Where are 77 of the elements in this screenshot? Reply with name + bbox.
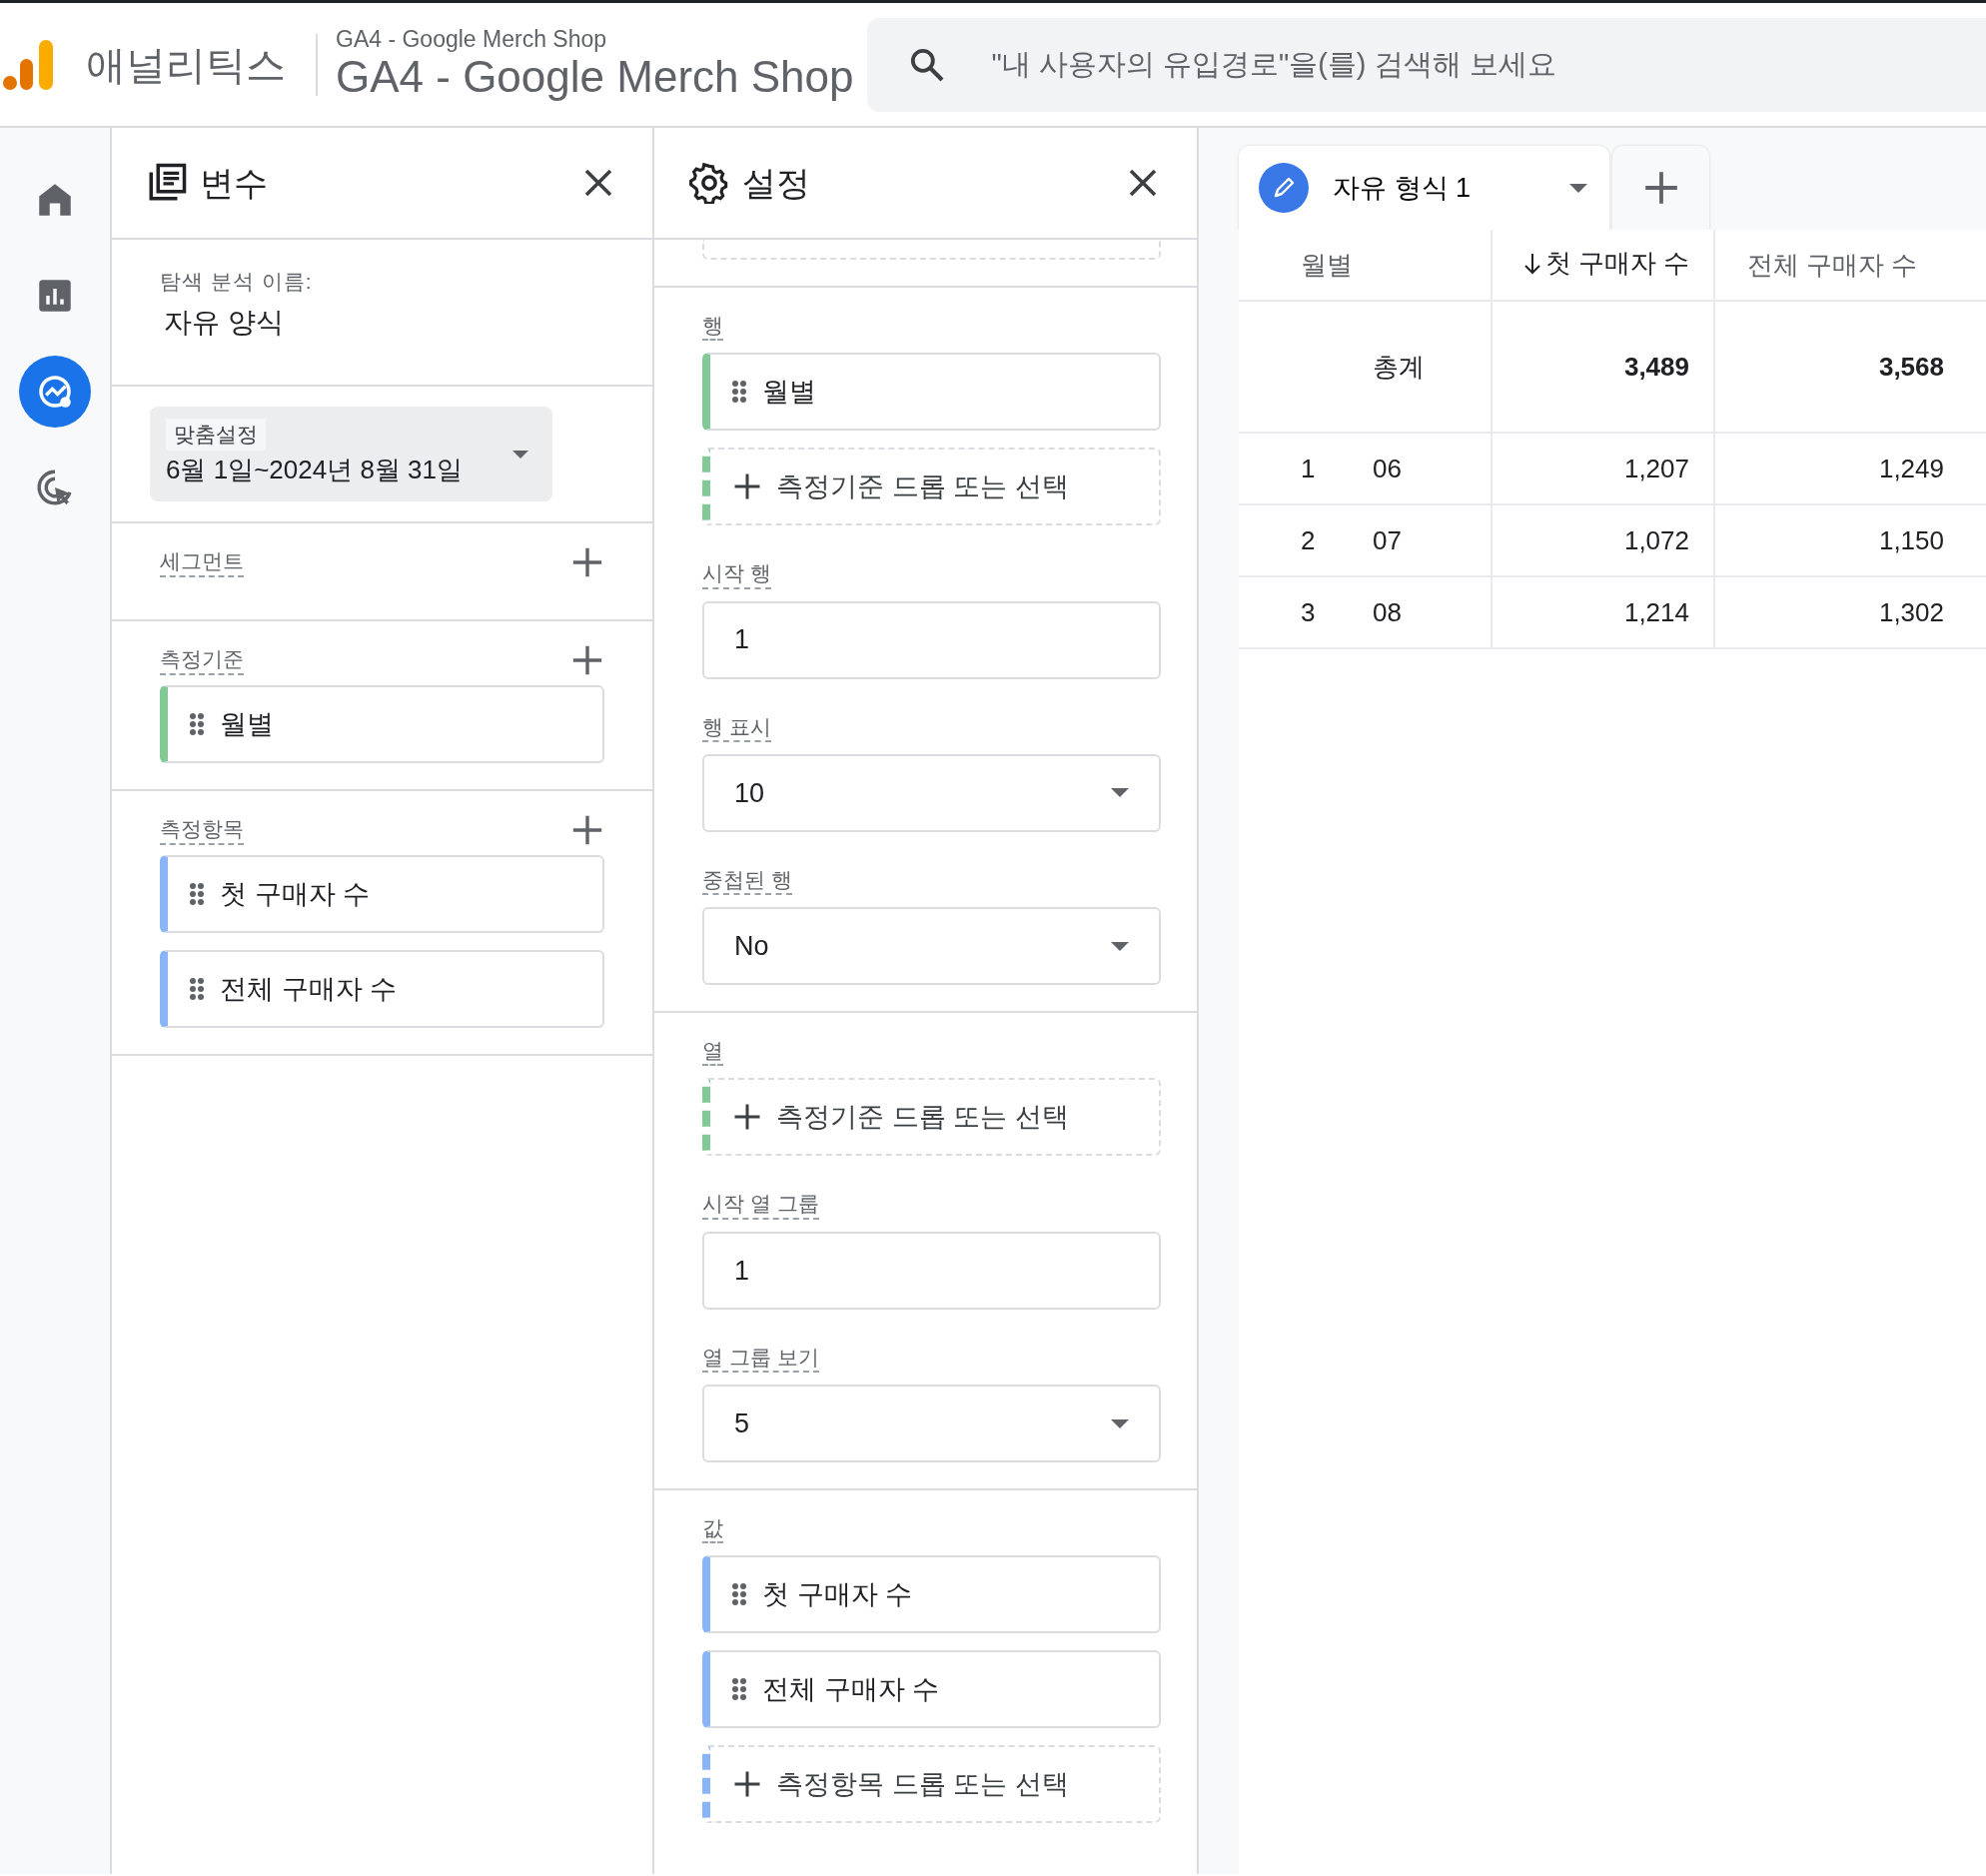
add-tab-button[interactable]: [1612, 146, 1709, 230]
field-chip[interactable]: 전체 구매자 수: [160, 950, 604, 1028]
number-input[interactable]: 1: [702, 1231, 1161, 1310]
total-label: 총계: [1373, 351, 1425, 382]
gear-icon: [688, 162, 730, 204]
row-number: 1: [1301, 452, 1317, 485]
dropdown-select[interactable]: No: [702, 907, 1161, 986]
table-cell: 08: [1373, 596, 1402, 627]
exploration-name[interactable]: 자유 양식: [164, 301, 604, 344]
table-cell: 1,249: [1878, 453, 1944, 483]
pencil-icon: [1259, 163, 1309, 213]
date-range-picker[interactable]: 맞춤설정 6월 1일~2024년 8월 31일: [150, 407, 552, 501]
field-chip[interactable]: 첫 구매자 수: [702, 1555, 1161, 1634]
dropdown-select[interactable]: 10: [702, 753, 1161, 832]
field-chip[interactable]: 월별: [702, 353, 1161, 432]
search-field[interactable]: "내 사용자의 유입경로"을(를) 검색해 보세요: [867, 17, 1986, 112]
field-label: 값: [702, 1514, 723, 1544]
table-cell: 07: [1373, 524, 1402, 555]
down-arrow-icon: [1522, 252, 1541, 275]
report-tab[interactable]: 자유 형식 1: [1239, 146, 1609, 230]
drag-handle-icon: [190, 978, 204, 1000]
drop-zone[interactable]: 측정기준 드롭 또는 선택: [702, 448, 1161, 526]
table-cell: 1,207: [1623, 453, 1689, 483]
dropdown-caret-icon: [512, 450, 528, 459]
field-label: 시작 행: [702, 559, 771, 589]
field-label: 행 표시: [702, 712, 771, 742]
number-input[interactable]: 1: [702, 600, 1161, 679]
row-number: 2: [1301, 523, 1317, 557]
account-name[interactable]: GA4 - Google Merch Shop: [336, 26, 854, 52]
table-cell: 1,072: [1623, 524, 1689, 555]
field-label: 중첩된 행: [702, 865, 792, 896]
property-name[interactable]: GA4 - Google Merch Shop: [336, 51, 854, 103]
table-cell: 1,302: [1878, 596, 1944, 627]
drag-handle-icon: [732, 381, 746, 404]
product-name: 애널리틱스: [86, 41, 286, 89]
drag-handle-icon: [732, 1583, 746, 1606]
dropdown-select[interactable]: 5: [702, 1385, 1161, 1463]
field-label: 탐색 분석 이름:: [160, 269, 314, 295]
panel-title: 변수: [200, 162, 269, 204]
dropdown-caret-icon: [1111, 1418, 1129, 1428]
field-chip[interactable]: 월별: [160, 685, 604, 763]
column-header[interactable]: 첫 구매자 수: [1522, 244, 1689, 284]
plus-icon: [570, 813, 604, 847]
table-cell: 1,214: [1623, 596, 1689, 627]
field-label: 열 그룹 보기: [702, 1343, 819, 1374]
plus-icon: [570, 643, 604, 677]
drop-zone[interactable]: 측정항목 드롭 또는 선택: [702, 1745, 1161, 1824]
field-label: 열: [702, 1037, 723, 1067]
dropdown-caret-icon: [1111, 788, 1129, 798]
field-label: 시작 열 그룹: [702, 1190, 819, 1220]
add-button[interactable]: [570, 545, 604, 579]
plus-icon: [732, 471, 762, 502]
plus-icon: [732, 1769, 762, 1800]
plus-icon: [732, 1102, 762, 1133]
drop-zone[interactable]: 측정기준 드롭 또는 선택: [702, 1078, 1161, 1157]
dropdown-caret-icon: [1111, 941, 1129, 951]
section-label: 세그먼트: [160, 547, 244, 577]
table-cell: 06: [1373, 453, 1402, 483]
plus-icon: [570, 545, 604, 579]
drag-handle-icon: [190, 883, 204, 905]
section-label: 측정항목: [160, 815, 244, 845]
section-label: 측정기준: [160, 645, 244, 675]
field-label: 행: [702, 312, 723, 342]
dropdown-caret-icon: [1569, 183, 1587, 193]
drag-handle-icon: [732, 1678, 746, 1701]
field-chip[interactable]: 전체 구매자 수: [702, 1650, 1161, 1729]
add-button[interactable]: [570, 643, 604, 677]
table-cell: 1,150: [1878, 524, 1944, 555]
table-cell: 3,568: [1878, 351, 1944, 382]
field-chip[interactable]: 첫 구매자 수: [160, 855, 604, 933]
row-number: 3: [1301, 595, 1317, 629]
drag-handle-icon: [190, 713, 204, 735]
column-header[interactable]: 월별: [1301, 245, 1353, 285]
panel-title: 설정: [742, 162, 811, 204]
add-button[interactable]: [570, 813, 604, 847]
column-header[interactable]: 전체 구매자 수: [1747, 245, 1918, 285]
table-cell: 3,489: [1623, 351, 1689, 382]
